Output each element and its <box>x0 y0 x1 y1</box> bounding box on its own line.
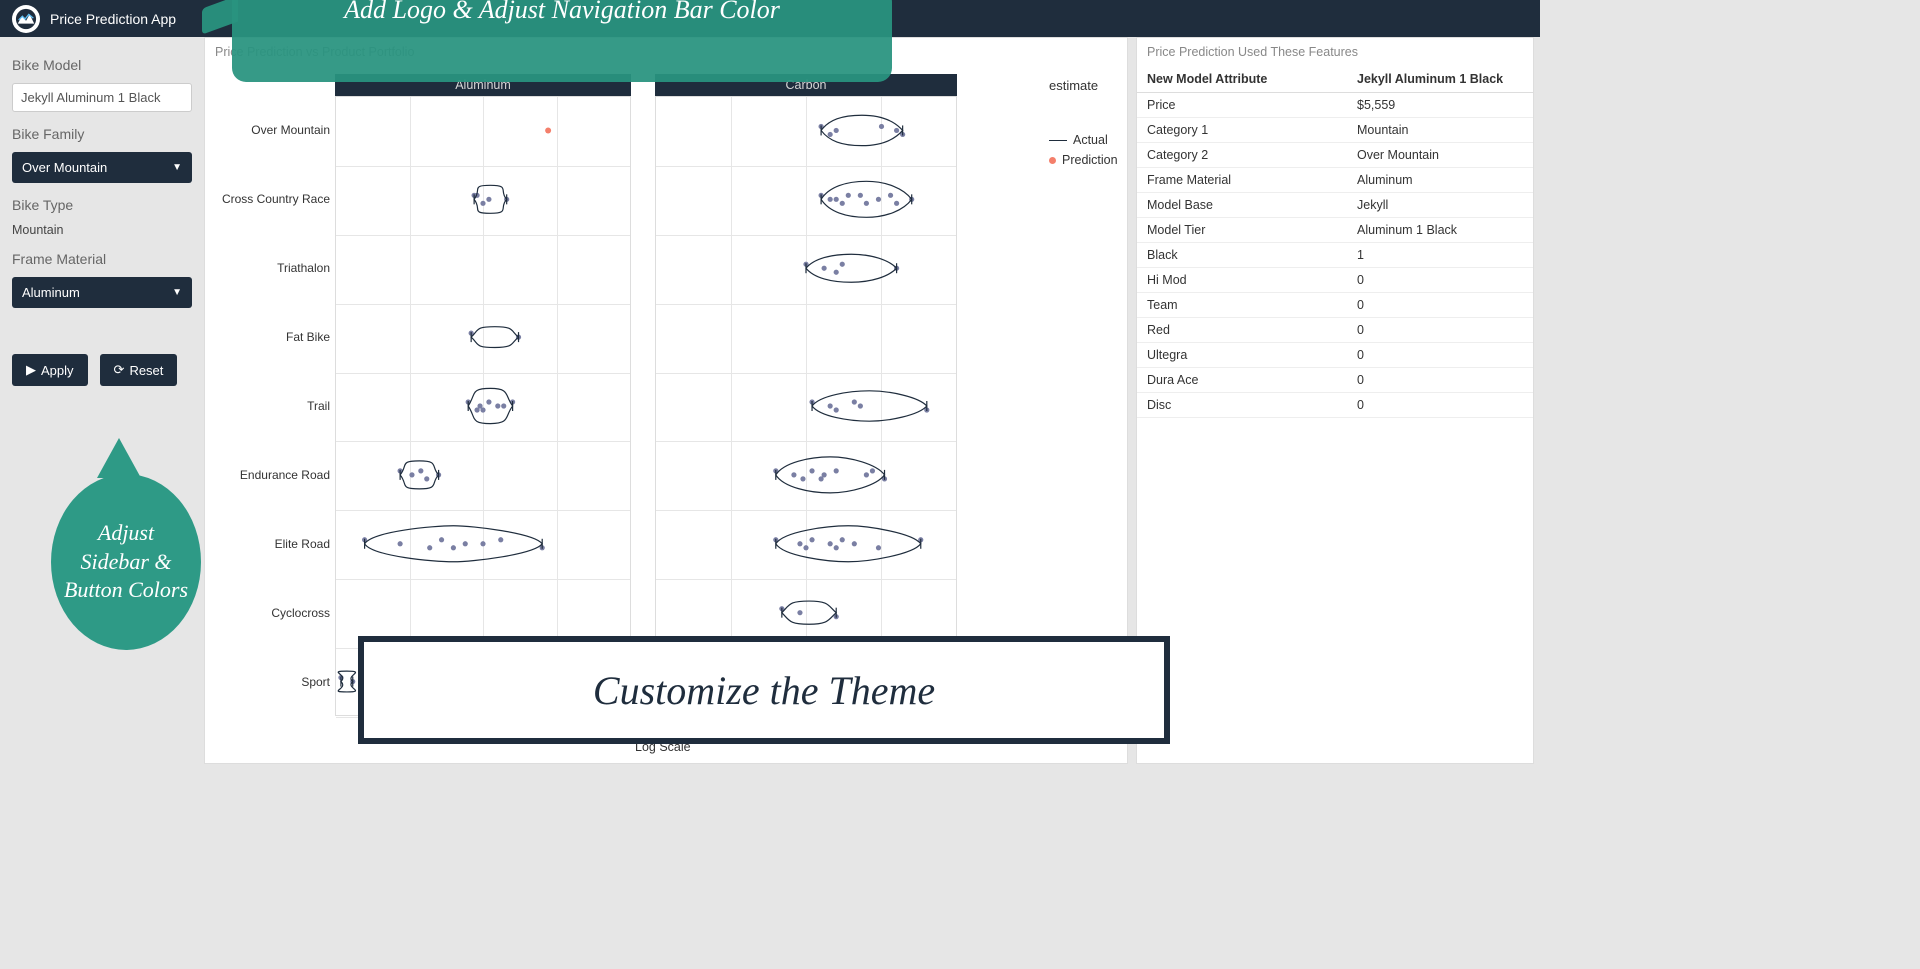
refresh-icon: ⟳ <box>114 362 125 378</box>
features-col-val: Jekyll Aluminum 1 Black <box>1347 66 1533 93</box>
bike-family-select[interactable]: Over Mountain ▼ <box>12 152 192 183</box>
app-logo <box>12 5 40 33</box>
annotation-navbar: Add Logo & Adjust Navigation Bar Color <box>232 0 892 82</box>
table-row: Black1 <box>1137 243 1533 268</box>
table-row: Team0 <box>1137 293 1533 318</box>
legend-actual: Actual <box>1073 133 1108 147</box>
apply-button[interactable]: ▶ Apply <box>12 354 88 386</box>
table-row: Ultegra0 <box>1137 343 1533 368</box>
caret-down-icon: ▼ <box>172 162 182 173</box>
table-row: Red0 <box>1137 318 1533 343</box>
features-panel: Price Prediction Used These Features New… <box>1136 37 1534 764</box>
features-table: New Model Attribute Jekyll Aluminum 1 Bl… <box>1137 66 1533 418</box>
apply-label: Apply <box>41 363 74 378</box>
table-row: Frame MaterialAluminum <box>1137 168 1533 193</box>
mountain-chart-icon <box>15 8 37 30</box>
table-row: Disc0 <box>1137 393 1533 418</box>
table-row: Category 1Mountain <box>1137 118 1533 143</box>
bike-model-input[interactable] <box>12 83 192 112</box>
reset-button[interactable]: ⟳ Reset <box>100 354 178 386</box>
bike-model-label: Bike Model <box>12 57 186 73</box>
sidebar: Bike Model Bike Family Over Mountain ▼ B… <box>0 37 198 770</box>
reset-label: Reset <box>129 363 163 378</box>
bike-type-value: Mountain <box>12 223 186 237</box>
frame-material-select[interactable]: Aluminum ▼ <box>12 277 192 308</box>
table-row: Dura Ace0 <box>1137 368 1533 393</box>
table-row: Model BaseJekyll <box>1137 193 1533 218</box>
features-title: Price Prediction Used These Features <box>1137 38 1533 66</box>
table-row: Model TierAluminum 1 Black <box>1137 218 1533 243</box>
bike-family-value: Over Mountain <box>22 160 107 175</box>
annotation-sidebar: Adjust Sidebar & Button Colors <box>51 474 201 650</box>
table-row: Hi Mod0 <box>1137 268 1533 293</box>
table-row: Price$5,559 <box>1137 93 1533 118</box>
frame-material-value: Aluminum <box>22 285 80 300</box>
app-title: Price Prediction App <box>50 11 176 27</box>
frame-material-label: Frame Material <box>12 251 186 267</box>
caret-down-icon: ▼ <box>172 287 182 298</box>
features-col-attr: New Model Attribute <box>1137 66 1347 93</box>
play-icon: ▶ <box>26 362 36 378</box>
annotation-banner: Customize the Theme <box>358 636 1170 744</box>
table-row: Category 2Over Mountain <box>1137 143 1533 168</box>
bike-type-label: Bike Type <box>12 197 186 213</box>
bike-family-label: Bike Family <box>12 126 186 142</box>
